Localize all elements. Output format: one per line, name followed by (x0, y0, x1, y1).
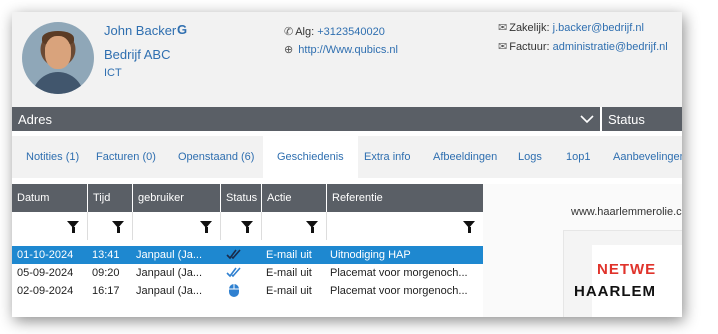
email-preview: NETWE HAARLEM (563, 230, 682, 317)
filter-icon[interactable] (112, 221, 124, 233)
website-line: ⊕ http://Www.qubics.nl (284, 43, 398, 56)
department: ICT (104, 67, 122, 79)
cell-reference: Placemat voor morgenoch... (330, 267, 468, 279)
business-email-link[interactable]: j.backer@bedrijf.nl (553, 22, 644, 34)
cell-action: E-mail uit (266, 249, 312, 261)
tab-notities[interactable]: Notities (1) (26, 151, 79, 163)
cell-reference: Placemat voor morgenoch... (330, 285, 468, 297)
filter-actie[interactable] (262, 212, 327, 240)
cell-user: Janpaul (Ja... (136, 285, 203, 297)
tab-logs[interactable]: Logs (518, 151, 542, 163)
cell-time: 09:20 (92, 267, 120, 279)
filter-icon[interactable] (200, 221, 212, 233)
cell-action: E-mail uit (266, 267, 312, 279)
contact-header: John Backer G Bedrijf ABC ICT ✆ Alg: +312… (12, 12, 682, 107)
cell-time: 13:41 (92, 249, 120, 261)
status-section-title: Status (608, 112, 645, 127)
tab-1op1[interactable]: 1op1 (566, 151, 590, 163)
avatar-face (45, 36, 71, 69)
double-check-icon (226, 267, 241, 278)
avatar-shirt (32, 72, 84, 94)
tab-extra-info[interactable]: Extra info (364, 151, 410, 163)
filter-icon[interactable] (67, 221, 79, 233)
cell-reference: Uitnodiging HAP (330, 249, 411, 261)
table-row[interactable]: 02-09-2024 16:17 Janpaul (Ja... E-mail u… (12, 282, 483, 300)
cell-date: 02-09-2024 (17, 285, 74, 297)
address-section-bar[interactable]: Adres (12, 107, 600, 131)
tab-afbeeldingen[interactable]: Afbeeldingen (433, 151, 497, 163)
column-header-gebruiker[interactable]: gebruiker (133, 184, 221, 212)
cell-time: 16:17 (92, 285, 120, 297)
double-check-icon (226, 249, 241, 260)
envelope-icon: ✉ (498, 41, 508, 53)
preview-url[interactable]: www.haarlemmerolie.c (571, 206, 682, 218)
avatar (22, 22, 94, 94)
column-header-actie[interactable]: Actie (262, 184, 327, 212)
cell-action: E-mail uit (266, 285, 312, 297)
tab-openstaand[interactable]: Openstaand (6) (178, 151, 254, 163)
phone-icon: ✆ (284, 26, 294, 38)
business-email-line: ✉ Zakelijk: j.backer@bedrijf.nl (498, 21, 644, 34)
address-section-title: Adres (18, 112, 52, 127)
envelope-icon: ✉ (498, 22, 508, 34)
status-section-bar[interactable]: Status (602, 107, 682, 131)
chevron-down-icon[interactable] (580, 114, 594, 124)
tab-bar: Notities (1) Facturen (0) Openstaand (6)… (12, 136, 682, 178)
filter-gebruiker[interactable] (133, 212, 221, 240)
google-icon[interactable]: G (177, 22, 187, 37)
phone-label: Alg: (295, 26, 315, 38)
column-header-status[interactable]: Status (221, 184, 262, 212)
contact-name[interactable]: John Backer (104, 23, 176, 38)
invoice-email-line: ✉ Factuur: administratie@bedrijf.nl (498, 40, 668, 53)
column-header-referentie[interactable]: Referentie (327, 184, 483, 212)
cell-date: 01-10-2024 (17, 249, 74, 261)
table-row[interactable]: 05-09-2024 09:20 Janpaul (Ja... E-mail u… (12, 264, 483, 282)
filter-datum[interactable] (12, 212, 88, 240)
table-row[interactable]: 01-10-2024 13:41 Janpaul (Ja... E-mail u… (12, 246, 483, 264)
phone-link[interactable]: +3123540020 (317, 26, 385, 38)
invoice-email-link[interactable]: administratie@bedrijf.nl (553, 41, 668, 53)
filter-icon[interactable] (241, 221, 253, 233)
filter-icon[interactable] (306, 221, 318, 233)
mouse-icon (229, 284, 239, 297)
email-preview-panel: www.haarlemmerolie.c NETWE HAARLEM (483, 184, 682, 317)
filter-referentie[interactable] (327, 212, 483, 240)
company-name[interactable]: Bedrijf ABC (104, 47, 170, 62)
tab-facturen[interactable]: Facturen (0) (96, 151, 156, 163)
filter-icon[interactable] (463, 221, 475, 233)
tab-aanbevelingen[interactable]: Aanbevelingen (613, 151, 682, 163)
invoice-label: Factuur: (509, 41, 550, 53)
contact-card: John Backer G Bedrijf ABC ICT ✆ Alg: +312… (12, 12, 682, 317)
filter-status[interactable] (221, 212, 262, 240)
filter-tijd[interactable] (88, 212, 133, 240)
website-link[interactable]: http://Www.qubics.nl (298, 44, 398, 56)
business-label: Zakelijk: (509, 22, 550, 34)
history-grid: Datum Tijd gebruiker Status Actie Refere… (12, 184, 483, 317)
cell-user: Janpaul (Ja... (136, 249, 203, 261)
cell-user: Janpaul (Ja... (136, 267, 203, 279)
phone-line: ✆ Alg: +3123540020 (284, 25, 385, 38)
preview-heading-black: HAARLEM (574, 283, 656, 300)
email-preview-body (592, 245, 682, 317)
preview-heading-red: NETWE (597, 261, 657, 278)
cell-date: 05-09-2024 (17, 267, 74, 279)
tab-geschiedenis[interactable]: Geschiedenis (263, 136, 358, 178)
globe-icon: ⊕ (284, 44, 294, 56)
column-header-tijd[interactable]: Tijd (88, 184, 133, 212)
column-header-datum[interactable]: Datum (12, 184, 88, 212)
